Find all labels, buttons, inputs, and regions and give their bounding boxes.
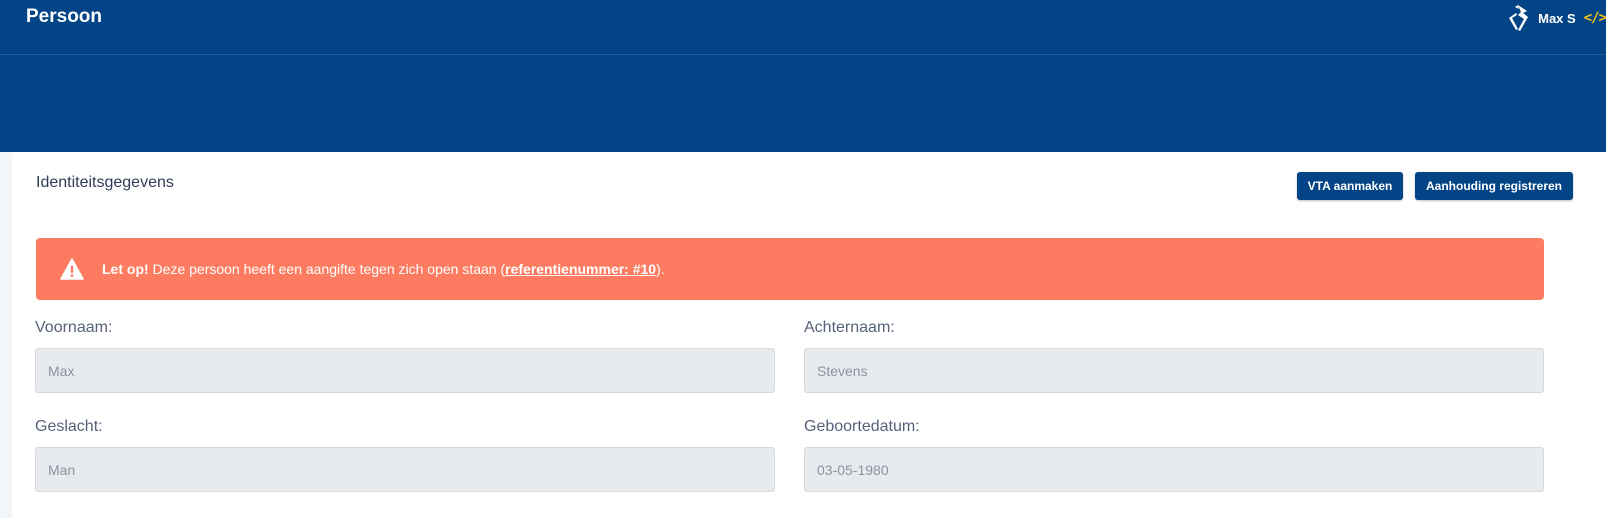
warning-alert: Let op! Deze persoon heeft een aangifte … [36,238,1544,300]
gender-label: Geslacht: [35,418,103,435]
register-arrest-button[interactable]: Aanhouding registreren [1415,172,1573,200]
code-icon: </> [1583,10,1606,26]
alert-text: Let op! Deze persoon heeft een aangifte … [102,261,665,277]
alert-strong: Let op! [102,261,149,277]
warning-icon [60,258,84,280]
first-name-label: Voornaam: [35,319,113,336]
gender-field[interactable]: Man [35,447,775,492]
birth-date-field[interactable]: 03-05-1980 [804,447,1544,492]
last-name-field[interactable]: Stevens [804,348,1544,393]
last-name-label: Achternaam: [804,319,895,336]
top-bar-divider [0,54,1606,55]
create-vta-button[interactable]: VTA aanmaken [1297,172,1403,200]
card-title: Identiteitsgegevens [36,174,174,191]
identity-card: Identiteitsgegevens VTA aanmaken Aanhoud… [12,152,1606,518]
birth-date-label: Geboortedatum: [804,418,920,435]
alert-message: Deze persoon heeft een aangifte tegen zi… [148,261,506,277]
page-title: Persoon [26,6,103,27]
first-name-field[interactable]: Max [35,348,775,393]
user-name[interactable]: Max S [1538,11,1576,26]
user-menu[interactable]: Max S </> [1506,4,1606,32]
police-logo-icon [1509,5,1529,31]
top-bar: Persoon Max S </> [0,0,1606,152]
reference-number-link[interactable]: referentienummer: #10 [505,261,656,277]
alert-suffix: ). [656,261,665,277]
